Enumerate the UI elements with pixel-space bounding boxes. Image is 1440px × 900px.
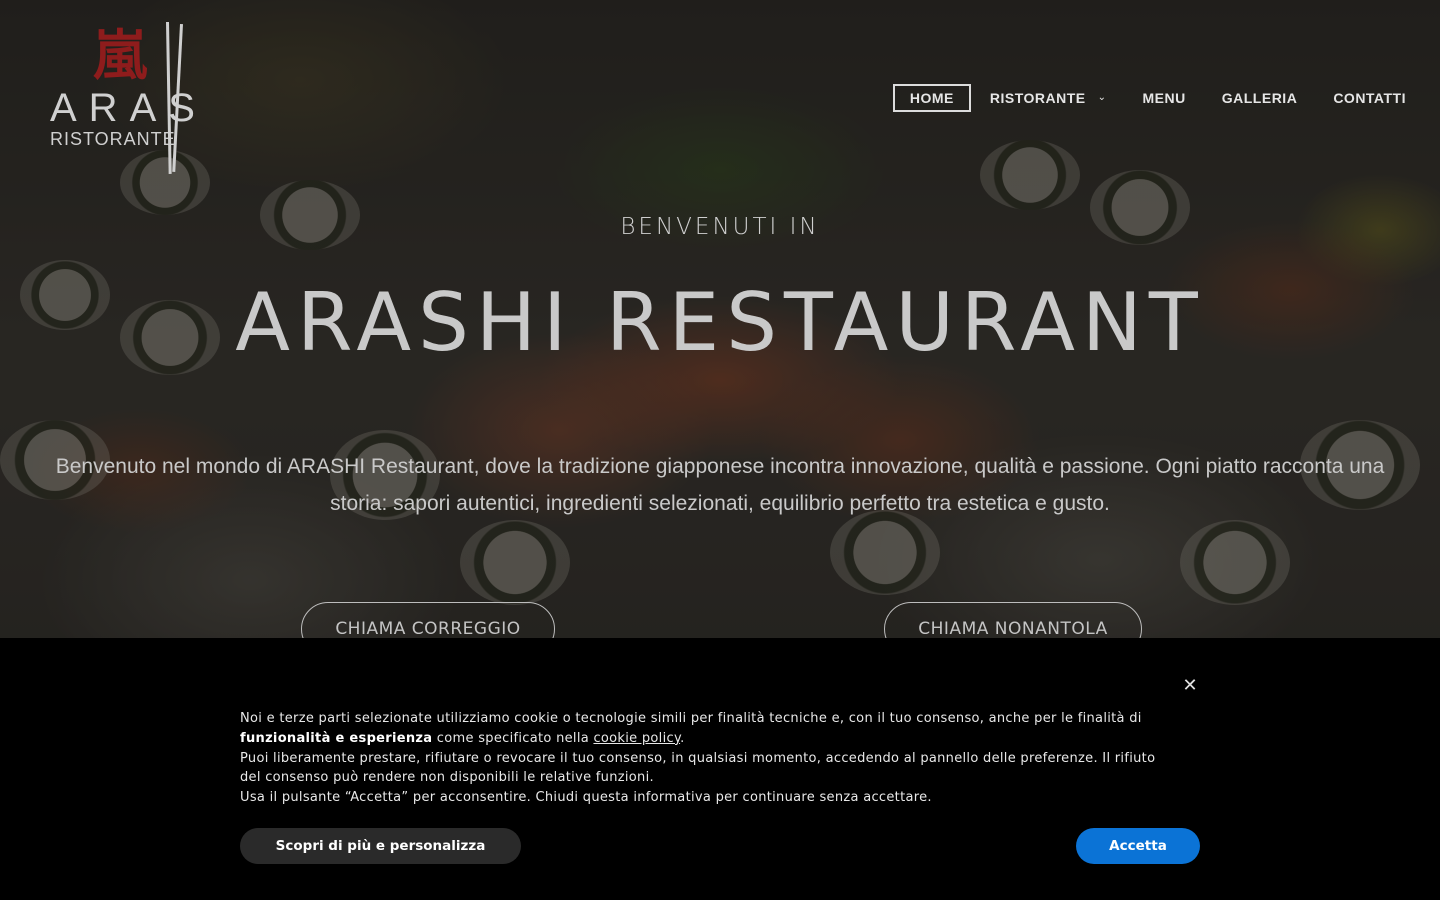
learn-more-customize-button[interactable]: Scopri di più e personalizza (240, 828, 521, 864)
nav-item-menu[interactable]: MENU (1143, 84, 1186, 112)
nav-item-label: MENU (1142, 90, 1186, 106)
nav-item-ristorante[interactable]: RISTORANTE ⌄ (990, 84, 1107, 112)
accept-button[interactable]: Accetta (1076, 828, 1200, 864)
cookie-text-accept-hint: Usa il pulsante “Accetta” per acconsenti… (240, 790, 932, 806)
close-icon[interactable]: ✕ (1180, 676, 1200, 696)
cookie-text-line1: Noi e terze parti selezionate utilizziam… (240, 711, 1142, 726)
chevron-down-icon: ⌄ (1097, 92, 1107, 103)
nav-item-contatti[interactable]: CONTATTI (1333, 84, 1406, 112)
nav-item-label: GALLERIA (1221, 90, 1298, 106)
logo-subtitle: RISTORANTE (50, 129, 176, 149)
cookie-text-part3: . (680, 730, 685, 746)
cookie-banner: ✕ Noi e terze parti selezionate utilizzi… (0, 638, 1440, 900)
logo-kanji: 嵐 (93, 23, 147, 87)
logo[interactable]: 嵐 ARAS RISTORANTE (48, 20, 198, 180)
nav-item-label: HOME (909, 90, 954, 106)
hero-description: Benvenuto nel mondo di ARASHI Restaurant… (55, 455, 1385, 515)
cookie-policy-link[interactable]: cookie policy (593, 731, 680, 746)
nav-item-label: CONTATTI (1333, 90, 1406, 106)
hero-title: ARASHI RESTAURANT (235, 276, 1205, 369)
nav-item-galleria[interactable]: GALLERIA (1222, 84, 1298, 112)
nav-item-label: RISTORANTE (989, 90, 1086, 106)
cookie-text-preferences: Puoi liberamente prestare, rifiutare o r… (240, 750, 1156, 786)
cookie-text-part2: come specificato nella (432, 730, 594, 746)
cookie-text-bold: funzionalità e esperienza (240, 730, 433, 746)
cookie-notice-text: Noi e terze parti selezionate utilizziam… (240, 709, 1180, 808)
main-nav: HOME RISTORANTE ⌄ MENU GALLERIA CONTATTI (892, 83, 1406, 113)
logo-name: ARAS (50, 86, 207, 130)
nav-item-home[interactable]: HOME (892, 84, 971, 112)
hero-kicker: BENVENUTI IN (620, 214, 820, 240)
